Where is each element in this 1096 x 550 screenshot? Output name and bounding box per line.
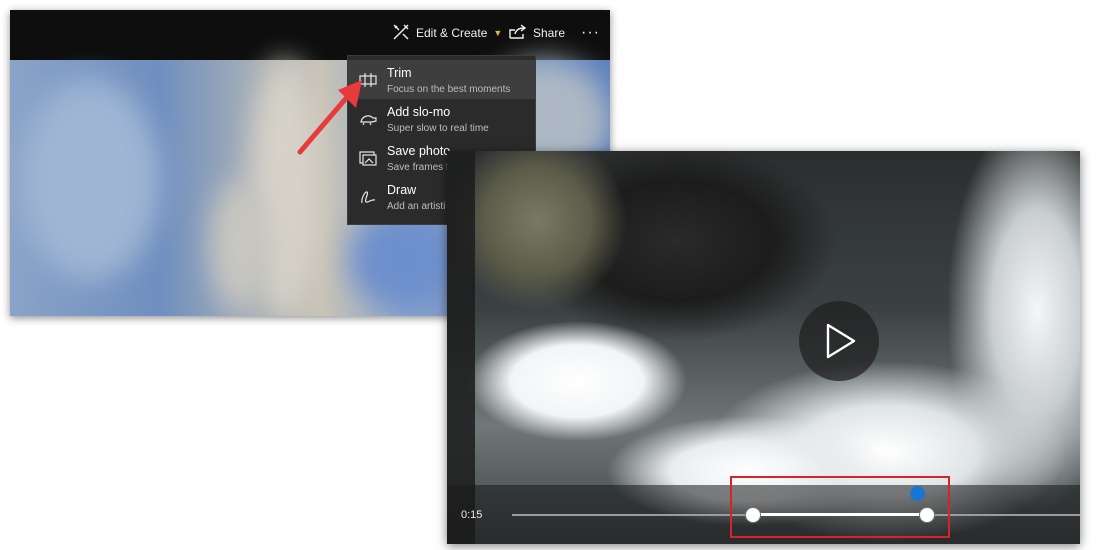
edit-create-label: Edit & Create [416,26,488,40]
edit-create-icon [392,23,416,44]
menu-item-label: Trim [387,66,412,80]
menu-item-description: Add an artisti [387,201,446,212]
menu-item-label: Save photo [387,144,451,158]
menu-item-label: Add slo-mo [387,105,451,119]
current-time: 0:15 [461,509,483,521]
menu-item-label: Draw [387,183,417,197]
video-player-window: 0:15 [447,151,1080,544]
more-options-button[interactable]: ··· [581,22,600,44]
menu-item-description: Focus on the best moments [387,84,511,95]
share-button[interactable]: Share [509,22,565,44]
photos-toolbar: Edit & Create ▼ Share ··· [10,10,610,60]
share-icon [509,23,533,43]
play-icon [826,323,856,359]
share-label: Share [533,26,566,40]
more-icon: ··· [581,24,600,41]
menu-item-description: Save frames f [387,162,449,173]
menu-item-add-slo-mo[interactable]: Add slo-mo Super slow to real time [348,99,535,138]
play-button[interactable] [799,301,879,381]
annotation-arrow [297,80,362,155]
draw-icon [359,189,377,205]
menu-item-trim[interactable]: Trim Focus on the best moments [348,60,535,99]
menu-item-description: Super slow to real time [387,123,489,134]
edit-create-button[interactable]: Edit & Create ▼ [392,22,502,44]
chevron-down-icon: ▼ [493,28,503,38]
annotation-highlight-box [730,476,950,538]
